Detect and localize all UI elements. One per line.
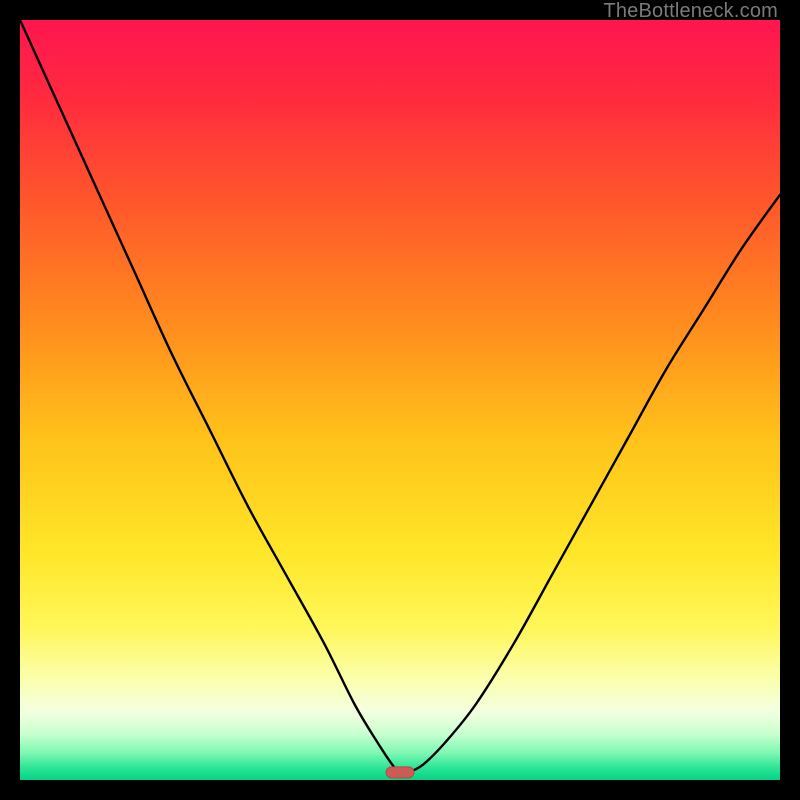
optimum-marker — [386, 767, 414, 778]
chart-container: TheBottleneck.com — [0, 0, 800, 800]
watermark-text: TheBottleneck.com — [603, 0, 778, 23]
plot-area — [20, 20, 780, 780]
bottleneck-plot — [20, 20, 780, 780]
gradient-background — [20, 20, 780, 780]
